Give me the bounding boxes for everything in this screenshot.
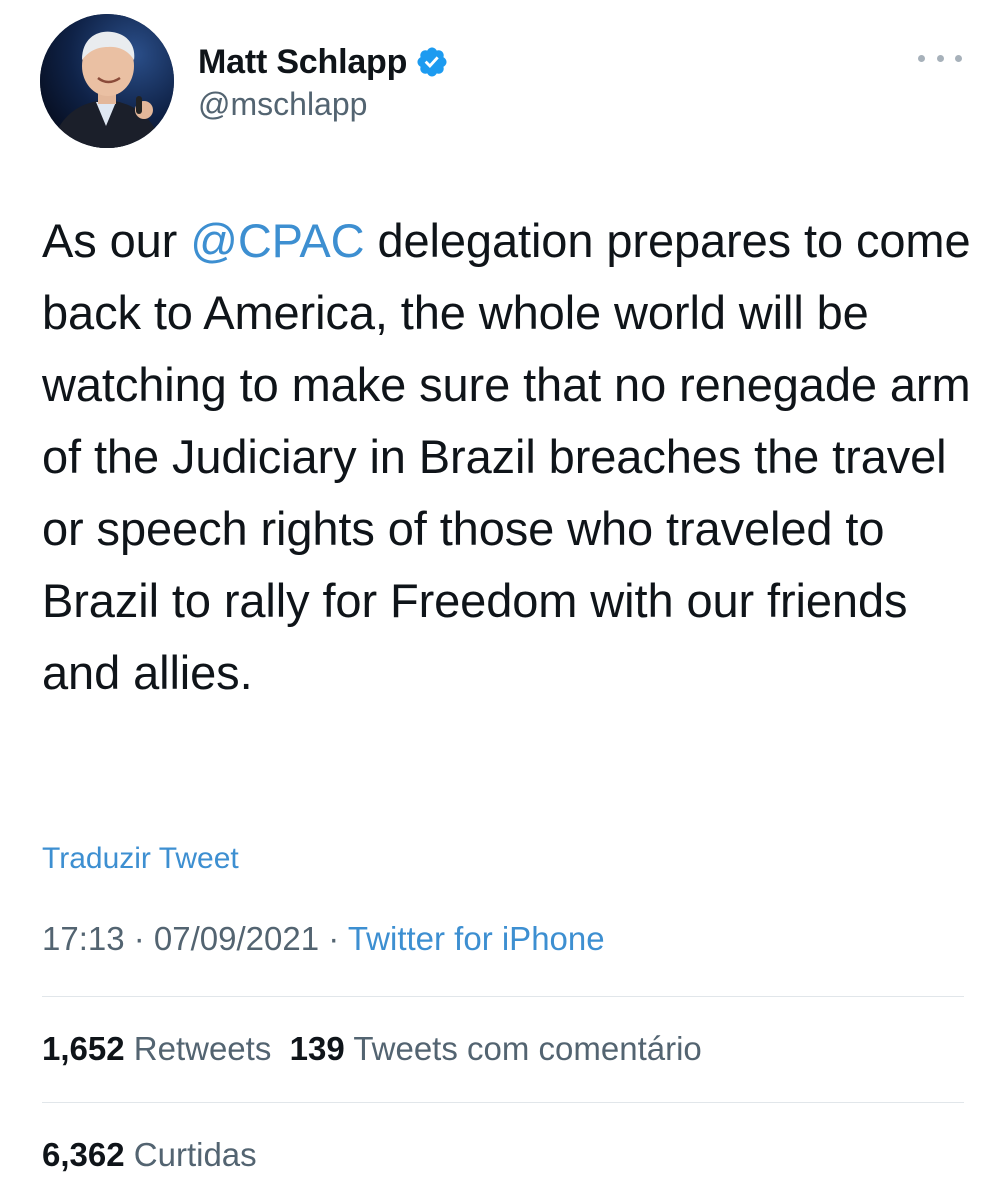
- verified-badge-icon: [415, 45, 449, 79]
- engagement-row: 1,652 Retweets 139 Tweets com comentário: [42, 1030, 702, 1068]
- meta-separator: ·: [124, 920, 154, 957]
- tweet-source-link[interactable]: Twitter for iPhone: [348, 920, 605, 957]
- more-dot: [936, 54, 944, 62]
- likes-stat[interactable]: 6,362 Curtidas: [42, 1136, 257, 1173]
- translate-tweet-link[interactable]: Traduzir Tweet: [42, 842, 239, 876]
- tweet-text-rest: delegation prepares to come back to Amer…: [42, 214, 971, 699]
- tweet-text: As our @CPAC delegation prepares to come…: [42, 205, 972, 709]
- author-name-row[interactable]: Matt Schlapp: [198, 40, 449, 84]
- quote-tweets-stat[interactable]: 139 Tweets com comentário: [290, 1030, 702, 1067]
- author-display-name[interactable]: Matt Schlapp: [198, 43, 407, 82]
- mention-link[interactable]: @CPAC: [190, 214, 364, 267]
- retweets-label: Retweets: [133, 1030, 272, 1067]
- more-dot: [918, 54, 925, 62]
- quote-tweets-label: Tweets com comentário: [353, 1030, 702, 1067]
- tweet-time[interactable]: 17:13: [42, 920, 125, 957]
- retweets-stat[interactable]: 1,652 Retweets: [42, 1030, 271, 1067]
- avatar-photo: [40, 14, 174, 148]
- tweet-text-start: As our: [42, 214, 191, 267]
- author-handle[interactable]: @mschlapp: [198, 86, 367, 123]
- divider: [42, 1102, 964, 1103]
- retweets-count: 1,652: [42, 1030, 125, 1067]
- likes-label: Curtidas: [133, 1136, 257, 1173]
- tweet-date[interactable]: 07/09/2021: [154, 920, 319, 957]
- more-options-icon[interactable]: [918, 44, 962, 72]
- tweet-meta: 17:13 · 07/09/2021 · Twitter for iPhone: [42, 920, 605, 958]
- avatar[interactable]: [40, 14, 174, 148]
- likes-row: 6,362 Curtidas: [42, 1136, 257, 1174]
- tweet-detail: Matt Schlapp @mschlapp As our @CPAC dele…: [0, 0, 1004, 1200]
- meta-separator: ·: [319, 920, 348, 957]
- quote-tweets-count: 139: [289, 1030, 345, 1067]
- divider: [42, 996, 964, 997]
- more-dot: [955, 54, 962, 62]
- likes-count: 6,362: [42, 1136, 125, 1173]
